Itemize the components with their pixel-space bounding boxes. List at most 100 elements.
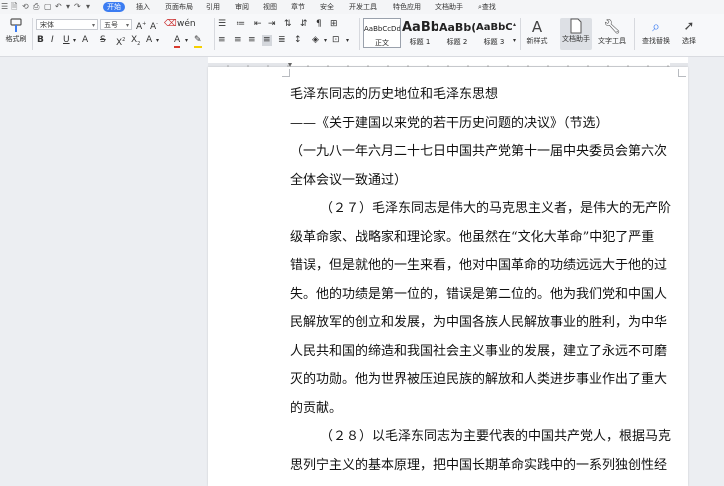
sort-icon[interactable]: ⇵ — [300, 19, 308, 30]
paragraph-line: （２７）毛泽东同志是伟大的马克思主义者，是伟大的无产阶 — [320, 201, 672, 216]
style-heading-3[interactable]: AaBbC 标题 3 — [476, 18, 512, 48]
tab-references[interactable]: 引用 — [206, 0, 220, 14]
wrench-icon: 🔧︎ — [603, 19, 621, 35]
paragraph-line: 失。他的功绩是第一位的，错误是第二位的。他为我们党和中国人 — [290, 286, 668, 302]
tab-doc-assistant[interactable]: 文档助手 — [435, 0, 463, 14]
chevron-up-icon[interactable]: ▴ — [513, 19, 516, 30]
align-left-icon[interactable]: ≡ — [218, 35, 226, 46]
distributed-icon[interactable]: ≣ — [278, 35, 286, 46]
underline-icon[interactable]: U — [63, 35, 70, 46]
text-tools-button[interactable]: 🔧︎ 文字工具 — [595, 18, 629, 46]
paragraph-line: 的贡献。 — [290, 400, 343, 416]
menu-icon[interactable]: ☰ — [1, 0, 8, 14]
show-marks-icon[interactable]: ¶ — [316, 19, 322, 30]
doc-title: 毛泽东同志的历史地位和毛泽东思想 — [290, 87, 499, 102]
align-center-icon[interactable]: ≡ — [234, 35, 242, 46]
highlight-icon[interactable]: ✎ — [194, 35, 202, 48]
grow-font-icon[interactable]: A+ — [136, 19, 146, 33]
decrease-indent-icon[interactable]: ⇤ — [254, 19, 262, 30]
paragraph-settings-icon[interactable]: ⊞ — [330, 19, 338, 30]
pinyin-icon[interactable]: wén — [177, 19, 196, 30]
document-page[interactable]: 毛泽东同志的历史地位和毛泽东思想 ——《关于建国以来党的若干历史问题的决议》（节… — [208, 67, 688, 486]
italic-icon[interactable]: I — [51, 35, 54, 46]
divider — [520, 18, 521, 50]
chevron-down-icon[interactable]: ▾ — [185, 35, 188, 46]
justify-icon[interactable]: ≡ — [262, 35, 272, 46]
format-painter-button[interactable]: 格式刷 — [3, 18, 29, 44]
tab-page-layout[interactable]: 页面布局 — [165, 0, 193, 14]
save-icon[interactable]: 🗎 — [11, 0, 17, 14]
paragraph-line: （２８）以毛泽东同志为主要代表的中国共产党人，根据马克 — [320, 429, 672, 444]
ribbon-toolbar: 格式刷 宋体 ▾ 五号 ▾ A+ A- ⌫ wén B I U ▾ A S X2 X… — [0, 14, 724, 57]
doc-assistant-button[interactable]: 文档助手 — [560, 18, 592, 50]
numbered-list-icon[interactable]: ≔ — [236, 19, 245, 30]
open-icon[interactable]: ⟲ — [22, 0, 29, 14]
paragraph-line: 级革命家、战略家和理论家。他虽然在“文化大革命”中犯了严重 — [290, 229, 655, 245]
style-normal[interactable]: AaBbCcDd 正文 — [363, 18, 401, 48]
menu-bar: ☰ 🗎 ⟲ ⎙ ▢ ↶ ▾ ↷ ▾ 开始 插入 页面布局 引用 审阅 视图 章节… — [0, 0, 724, 14]
shrink-font-icon[interactable]: A- — [150, 19, 158, 33]
line-spacing-icon[interactable]: ↕ — [294, 35, 302, 46]
paragraph-line: 人民共和国的缔造和我国社会主义事业的发展，建立了永远不可磨 — [290, 343, 668, 359]
search-icon: ⌕ — [652, 19, 660, 35]
paragraph-line: 错误，但是就他的一生来看，他对中国革命的功绩远远大于他的过 — [290, 258, 668, 273]
border-icon[interactable]: ⊡ — [332, 35, 340, 46]
increase-indent-icon[interactable]: ⇥ — [268, 19, 276, 30]
cursor-arrow-icon: ➚ — [683, 19, 695, 34]
doc-note: （一九八一年六月二十七日中国共产党第十一届中央委员会第六次 — [290, 144, 668, 159]
chevron-down-icon[interactable]: ▾ — [73, 35, 76, 46]
chevron-down-icon: ▾ — [125, 22, 129, 29]
document-body[interactable]: 毛泽东同志的历史地位和毛泽东思想 ——《关于建国以来党的若干历史问题的决议》（节… — [290, 85, 672, 484]
divider — [32, 18, 33, 50]
chevron-down-icon: ▾ — [91, 22, 95, 29]
divider — [634, 18, 635, 50]
font-color-icon[interactable]: A — [174, 35, 181, 48]
print-icon[interactable]: ⎙ — [33, 0, 39, 14]
strikethrough-icon[interactable]: S — [100, 35, 106, 46]
chevron-down-icon[interactable]: ▾ — [346, 35, 349, 46]
tab-view[interactable]: 视图 — [263, 0, 277, 14]
tab-security[interactable]: 安全 — [320, 0, 334, 14]
new-style-button[interactable]: A 新样式 — [522, 18, 552, 46]
style-heading-1[interactable]: AaBb 标题 1 — [402, 18, 438, 48]
subscript-icon[interactable]: X2 — [131, 35, 140, 50]
superscript-icon[interactable]: X2 — [116, 35, 125, 49]
tab-features[interactable]: 特色应用 — [393, 0, 421, 14]
shading-icon[interactable]: ◈ — [312, 35, 319, 46]
chinese-layout-icon[interactable]: ⇅ — [284, 19, 292, 30]
tab-home[interactable]: 开始 — [103, 2, 125, 12]
select-button[interactable]: ➚ 选择 — [676, 18, 702, 46]
paragraph-line: 思列宁主义的基本原理，把中国长期革命实践中的一系列独创性经 — [290, 457, 668, 473]
bold-icon[interactable]: B — [37, 35, 44, 46]
tab-insert[interactable]: 插入 — [136, 0, 150, 14]
tab-review[interactable]: 审阅 — [235, 0, 249, 14]
font-size-select[interactable]: 五号 ▾ — [100, 19, 132, 30]
font-effect-icon[interactable]: A — [82, 35, 88, 46]
bullet-list-icon[interactable]: ☰ — [218, 19, 226, 30]
chevron-down-icon[interactable]: ▾ — [324, 35, 327, 46]
undo-icon[interactable]: ↶ — [55, 0, 62, 14]
doc-subtitle: ——《关于建国以来党的若干历史问题的决议》（节选） — [290, 115, 609, 131]
style-heading-2[interactable]: AaBb( 标题 2 — [439, 18, 475, 48]
chevron-down-icon[interactable]: ▾ — [156, 35, 159, 46]
tab-chapter[interactable]: 章节 — [291, 0, 305, 14]
doc-note: 全体会议一致通过） — [290, 172, 408, 188]
horizontal-ruler[interactable] — [208, 57, 688, 72]
margin-corner — [282, 69, 290, 77]
divider — [359, 18, 360, 50]
paragraph-line: 民解放军的创立和发展，为中国各族人民解放事业的胜利，为中华 — [290, 315, 668, 330]
char-border-icon[interactable]: A — [146, 35, 152, 46]
align-right-icon[interactable]: ≡ — [248, 35, 256, 46]
redo-icon[interactable]: ↷ — [74, 0, 81, 14]
search-tab[interactable]: ⌕查找 — [478, 0, 496, 14]
chevron-down-icon[interactable]: ▾ — [513, 35, 516, 46]
tab-developer[interactable]: 开发工具 — [349, 0, 377, 14]
preview-icon[interactable]: ▢ — [44, 0, 52, 14]
clear-format-icon[interactable]: ⌫ — [164, 19, 177, 30]
divider — [214, 18, 215, 50]
more-icon[interactable]: ▾ — [86, 0, 90, 14]
find-replace-button[interactable]: ⌕ 查找替换 — [638, 18, 674, 46]
dropdown-icon[interactable]: ▾ — [66, 0, 70, 14]
font-name-select[interactable]: 宋体 ▾ — [36, 19, 98, 30]
paint-brush-icon — [10, 18, 22, 32]
